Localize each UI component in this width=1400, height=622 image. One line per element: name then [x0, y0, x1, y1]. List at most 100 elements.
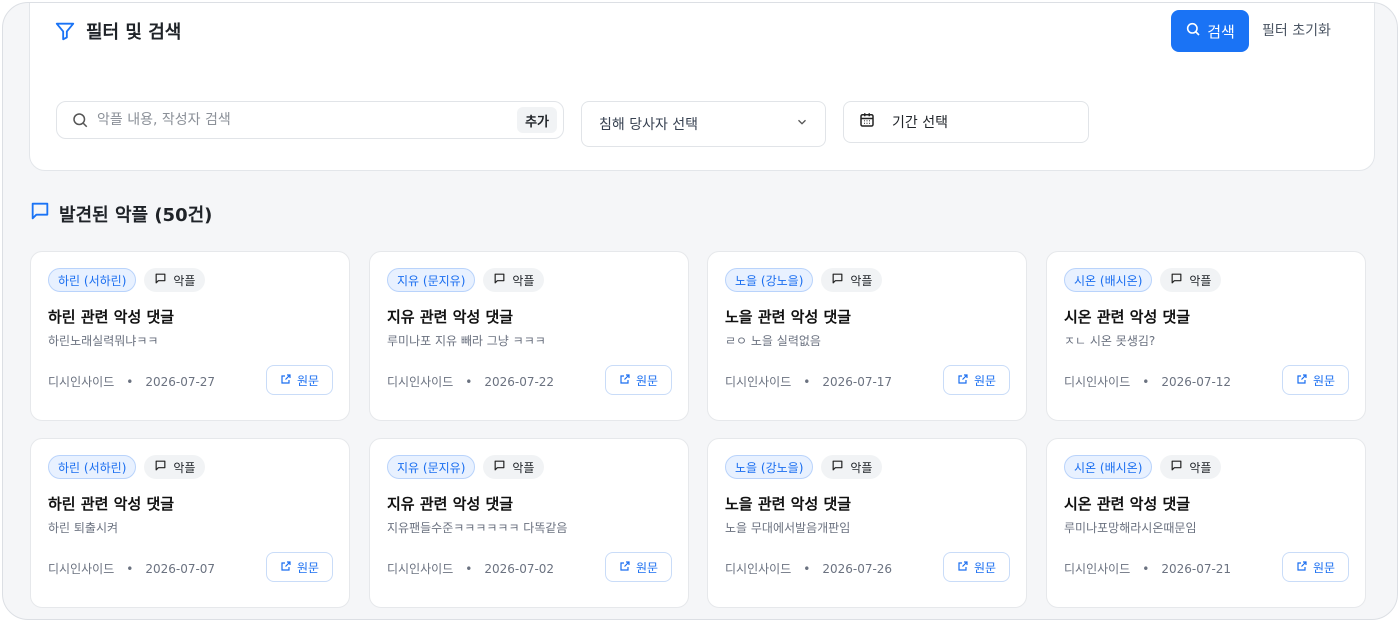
- card-source: 디시인사이드: [48, 375, 115, 389]
- comment-card[interactable]: 시온 (배시온) 악플 시온 관련 악성 댓글 ㅈㄴ 시온 못생김? 디시인사이…: [1046, 251, 1366, 421]
- card-date: 2026-07-26: [822, 561, 893, 576]
- view-original-label: 원문: [635, 560, 659, 575]
- type-tag: 악플: [821, 455, 883, 479]
- separator-dot: •: [465, 374, 473, 389]
- view-original-button[interactable]: 원문: [266, 552, 333, 582]
- card-source: 디시인사이드: [725, 562, 792, 576]
- card-chips: 시온 (배시온) 악플: [1064, 455, 1222, 479]
- view-original-button[interactable]: 원문: [943, 552, 1010, 582]
- card-date: 2026-07-21: [1161, 561, 1232, 576]
- separator-dot: •: [1142, 561, 1150, 576]
- card-title: 노을 관련 악성 댓글: [725, 308, 852, 326]
- card-comment-text: 루미나포 지유 빼라 그냥 ㅋㅋㅋ: [387, 334, 546, 348]
- card-title: 노을 관련 악성 댓글: [725, 495, 852, 513]
- search-icon: [1185, 21, 1201, 41]
- card-source: 디시인사이드: [1064, 562, 1131, 576]
- message-icon: [154, 459, 167, 475]
- victim-tag[interactable]: 하린 (서하린): [48, 455, 137, 479]
- victim-select[interactable]: 침해 당사자 선택: [581, 101, 826, 147]
- card-chips: 지유 (문지유) 악플: [387, 268, 545, 292]
- message-icon: [29, 200, 51, 227]
- card-meta: 디시인사이드 • 2026-07-12: [1064, 373, 1231, 390]
- victim-tag[interactable]: 지유 (문지유): [387, 455, 476, 479]
- victim-select-value: 침해 당사자 선택: [599, 117, 699, 133]
- card-meta: 디시인사이드 • 2026-07-26: [725, 560, 892, 577]
- victim-tag[interactable]: 지유 (문지유): [387, 268, 476, 292]
- view-original-label: 원문: [296, 373, 320, 388]
- view-original-label: 원문: [1312, 373, 1336, 388]
- view-original-button[interactable]: 원문: [943, 365, 1010, 395]
- card-date: 2026-07-02: [484, 561, 555, 576]
- view-original-button[interactable]: 원문: [605, 552, 672, 582]
- card-title: 시온 관련 악성 댓글: [1064, 495, 1191, 513]
- card-title: 하린 관련 악성 댓글: [48, 308, 175, 326]
- card-meta: 디시인사이드 • 2026-07-27: [48, 373, 215, 390]
- card-source: 디시인사이드: [387, 562, 454, 576]
- card-date: 2026-07-27: [145, 374, 216, 389]
- app-frame: 필터 및 검색 검색 필터 초기화 추가 침해 당사자 선택: [2, 2, 1398, 620]
- view-original-button[interactable]: 원문: [1282, 365, 1349, 395]
- chevron-down-icon: [795, 115, 809, 133]
- type-tag-label: 악플: [850, 273, 873, 288]
- date-range-picker[interactable]: 기간 선택: [843, 101, 1089, 143]
- card-source: 디시인사이드: [1064, 375, 1131, 389]
- external-link-icon: [619, 560, 631, 575]
- card-date: 2026-07-22: [484, 374, 555, 389]
- separator-dot: •: [803, 374, 811, 389]
- view-original-button[interactable]: 원문: [1282, 552, 1349, 582]
- card-meta: 디시인사이드 • 2026-07-07: [48, 560, 215, 577]
- filter-icon: [54, 20, 76, 42]
- comment-card[interactable]: 시온 (배시온) 악플 시온 관련 악성 댓글 루미나포망해라시온때문임 디시인…: [1046, 438, 1366, 608]
- card-comment-text: 하린 퇴출시켜: [48, 521, 119, 535]
- card-chips: 지유 (문지유) 악플: [387, 455, 545, 479]
- search-icon: [71, 111, 89, 129]
- victim-tag[interactable]: 시온 (배시온): [1064, 268, 1153, 292]
- message-icon: [154, 272, 167, 288]
- separator-dot: •: [126, 374, 134, 389]
- card-date: 2026-07-12: [1161, 374, 1232, 389]
- card-title: 지유 관련 악성 댓글: [387, 308, 514, 326]
- search-button-label: 검색: [1207, 22, 1235, 41]
- victim-tag[interactable]: 노을 (강노을): [725, 268, 814, 292]
- message-icon: [1170, 272, 1183, 288]
- card-chips: 노을 (강노을) 악플: [725, 268, 883, 292]
- search-box: 추가: [56, 101, 564, 139]
- message-icon: [831, 459, 844, 475]
- view-original-label: 원문: [1312, 560, 1336, 575]
- type-tag-label: 악플: [173, 273, 196, 288]
- comment-card[interactable]: 노을 (강노을) 악플 노을 관련 악성 댓글 노을 무대에서발음개판임 디시인…: [707, 438, 1027, 608]
- view-original-button[interactable]: 원문: [266, 365, 333, 395]
- victim-tag[interactable]: 시온 (배시온): [1064, 455, 1153, 479]
- type-tag: 악플: [144, 268, 206, 292]
- type-tag: 악플: [483, 455, 545, 479]
- type-tag-label: 악플: [850, 460, 873, 475]
- search-button[interactable]: 검색: [1171, 10, 1249, 52]
- separator-dot: •: [126, 561, 134, 576]
- message-icon: [493, 272, 506, 288]
- comment-card[interactable]: 하린 (서하린) 악플 하린 관련 악성 댓글 하린노래실력뭐냐ㅋㅋ 디시인사이…: [30, 251, 350, 421]
- card-comment-text: 루미나포망해라시온때문임: [1064, 521, 1197, 535]
- card-chips: 하린 (서하린) 악플: [48, 455, 206, 479]
- card-comment-text: ㅈㄴ 시온 못생김?: [1064, 334, 1156, 348]
- comment-card[interactable]: 지유 (문지유) 악플 지유 관련 악성 댓글 루미나포 지유 빼라 그냥 ㅋㅋ…: [369, 251, 689, 421]
- reset-filter-button[interactable]: 필터 초기화: [1262, 20, 1331, 40]
- card-date: 2026-07-07: [145, 561, 216, 576]
- external-link-icon: [1296, 560, 1308, 575]
- card-source: 디시인사이드: [48, 562, 115, 576]
- view-original-button[interactable]: 원문: [605, 365, 672, 395]
- card-meta: 디시인사이드 • 2026-07-02: [387, 560, 554, 577]
- comment-card[interactable]: 노을 (강노을) 악플 노을 관련 악성 댓글 ㄹㅇ 노을 실력없음 디시인사이…: [707, 251, 1027, 421]
- search-input[interactable]: [97, 112, 518, 128]
- type-tag-label: 악플: [512, 460, 535, 475]
- type-tag: 악플: [1160, 455, 1222, 479]
- victim-tag[interactable]: 노을 (강노을): [725, 455, 814, 479]
- external-link-icon: [280, 560, 292, 575]
- type-tag: 악플: [821, 268, 883, 292]
- filter-title-text: 필터 및 검색: [86, 22, 182, 43]
- type-tag: 악플: [1160, 268, 1222, 292]
- comment-card[interactable]: 하린 (서하린) 악플 하린 관련 악성 댓글 하린 퇴출시켜 디시인사이드 •…: [30, 438, 350, 608]
- comment-card[interactable]: 지유 (문지유) 악플 지유 관련 악성 댓글 지유팬들수준ㅋㅋㅋㅋㅋㅋ 다똑같…: [369, 438, 689, 608]
- date-picker-label: 기간 선택: [892, 115, 948, 131]
- add-keyword-button[interactable]: 추가: [517, 107, 557, 133]
- victim-tag[interactable]: 하린 (서하린): [48, 268, 137, 292]
